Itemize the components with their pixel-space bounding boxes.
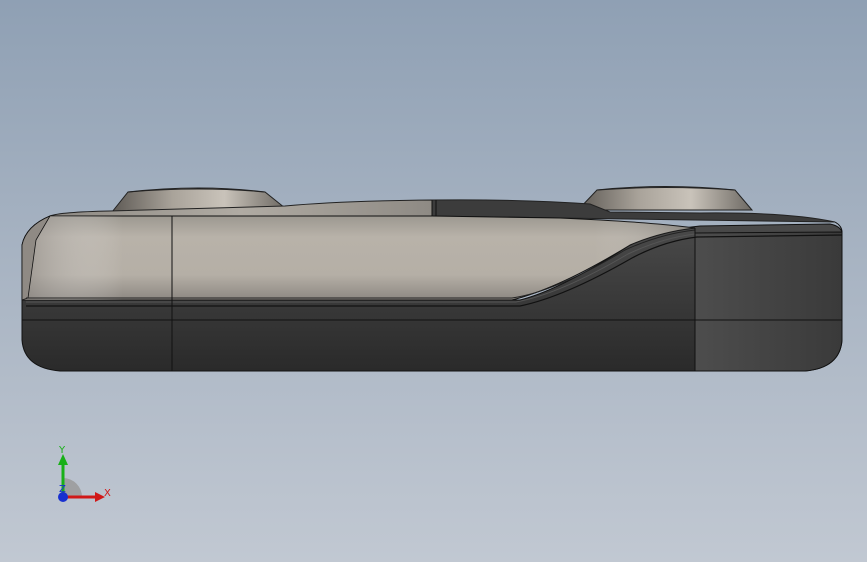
- part-model-side-view[interactable]: [0, 0, 867, 562]
- right-knob: [576, 186, 754, 211]
- x-axis-label: X: [104, 488, 111, 499]
- coordinate-triad[interactable]: Y X Z: [48, 440, 118, 510]
- z-axis-label: Z: [59, 484, 66, 495]
- y-axis-label: Y: [58, 445, 66, 456]
- right-end-cap: [694, 231, 843, 372]
- graphics-viewport[interactable]: Y X Z: [0, 0, 867, 562]
